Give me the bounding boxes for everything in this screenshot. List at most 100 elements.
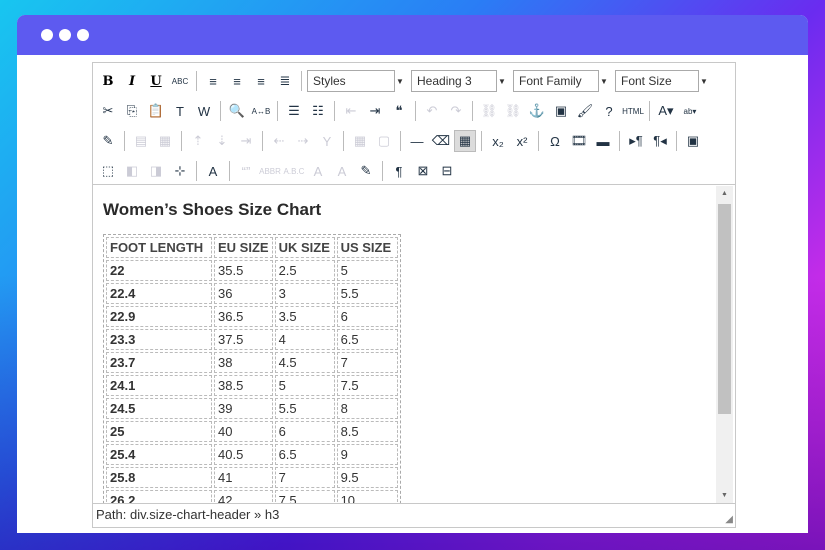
table-cell[interactable]: 6 xyxy=(336,306,398,327)
abbr-icon[interactable]: ABBR xyxy=(259,160,281,182)
scroll-up-icon[interactable]: ▲ xyxy=(716,186,733,202)
table-cell[interactable]: 25 xyxy=(106,421,212,442)
paste-icon[interactable]: 📋 xyxy=(145,100,167,122)
table-cell[interactable]: 7 xyxy=(336,352,398,373)
table-cell[interactable]: 25.4 xyxy=(106,444,212,465)
bold-icon[interactable]: B xyxy=(97,70,119,92)
underline-icon[interactable]: U xyxy=(145,70,167,92)
numbered-list-icon[interactable]: ☷ xyxy=(307,100,329,122)
move-forward-icon[interactable]: ◧ xyxy=(121,160,143,182)
table-cell[interactable]: US SIZE xyxy=(336,237,398,258)
italic-icon[interactable]: I xyxy=(121,70,143,92)
table-cell[interactable]: 3.5 xyxy=(274,306,335,327)
del-icon[interactable]: A xyxy=(307,160,329,182)
indent-icon[interactable]: ⇥ xyxy=(364,100,386,122)
table-cell[interactable]: 7.5 xyxy=(336,375,398,396)
table-cell[interactable]: 4 xyxy=(274,329,335,350)
show-blocks-icon[interactable]: ¶ xyxy=(388,160,410,182)
table-cell[interactable]: 9 xyxy=(336,444,398,465)
text-color-icon[interactable]: A▾ xyxy=(655,100,677,122)
table-cell[interactable]: 36.5 xyxy=(214,306,273,327)
table-cell[interactable]: 24.5 xyxy=(106,398,212,419)
subscript-icon[interactable]: x₂ xyxy=(487,130,509,152)
row-props-icon[interactable]: ▤ xyxy=(130,130,152,152)
strikethrough-icon[interactable]: ABC xyxy=(169,70,191,92)
visual-aid-icon[interactable]: ▦ xyxy=(454,130,476,152)
cell-props-icon[interactable]: ▦ xyxy=(154,130,176,152)
table-cell[interactable]: 8 xyxy=(336,398,398,419)
ins-icon[interactable]: A xyxy=(331,160,353,182)
row-before-icon[interactable]: ⇡ xyxy=(187,130,209,152)
font-size-select[interactable]: Font Size ▼ xyxy=(615,70,708,92)
table-cell[interactable]: 25.8 xyxy=(106,467,212,488)
advanced-hr-icon[interactable]: ▬ xyxy=(592,130,614,152)
table-cell[interactable]: FOOT LENGTH xyxy=(106,237,212,258)
table-cell[interactable]: 24.1 xyxy=(106,375,212,396)
insert-layer-icon[interactable]: ⬚ xyxy=(97,160,119,182)
chevron-down-icon[interactable]: ▼ xyxy=(699,71,709,91)
table-cell[interactable]: 6.5 xyxy=(274,444,335,465)
copy-icon[interactable]: ⎘ xyxy=(121,100,143,122)
bullet-list-icon[interactable]: ☰ xyxy=(283,100,305,122)
blockquote-icon[interactable]: ❝ xyxy=(388,100,410,122)
window-dot-icon[interactable] xyxy=(77,29,89,41)
vertical-scrollbar[interactable]: ▲ ▼ xyxy=(716,186,733,504)
cleanup-icon[interactable]: 🖌 xyxy=(574,100,596,122)
table-cell[interactable]: 9.5 xyxy=(336,467,398,488)
styles-select[interactable]: Styles ▼ xyxy=(307,70,404,92)
paste-text-icon[interactable]: T xyxy=(169,100,191,122)
replace-icon[interactable]: A↔B xyxy=(250,100,272,122)
image-icon[interactable]: ▣ xyxy=(550,100,572,122)
table-cell[interactable]: 5 xyxy=(274,375,335,396)
window-dot-icon[interactable] xyxy=(41,29,53,41)
table-cell[interactable]: 22.9 xyxy=(106,306,212,327)
table-cell[interactable]: 38.5 xyxy=(214,375,273,396)
redo-icon[interactable]: ↷ xyxy=(445,100,467,122)
table-cell[interactable]: 4.5 xyxy=(274,352,335,373)
delete-col-icon[interactable]: Y xyxy=(316,130,338,152)
split-cells-icon[interactable]: ▦ xyxy=(349,130,371,152)
table-cell[interactable]: 6.5 xyxy=(336,329,398,350)
link-icon[interactable]: ⛓ xyxy=(478,100,500,122)
table-cell[interactable]: 8.5 xyxy=(336,421,398,442)
remove-format-icon[interactable]: ⌫ xyxy=(430,130,452,152)
font-family-select[interactable]: Font Family ▼ xyxy=(513,70,608,92)
table-cell[interactable]: 5 xyxy=(336,260,398,281)
table-cell[interactable]: 5.5 xyxy=(336,283,398,304)
highlight-color-icon[interactable]: ab▾ xyxy=(679,100,701,122)
unlink-icon[interactable]: ⛓ xyxy=(502,100,524,122)
fullscreen-icon[interactable]: ▣ xyxy=(682,130,704,152)
chevron-down-icon[interactable]: ▼ xyxy=(599,71,609,91)
table-cell[interactable]: UK SIZE xyxy=(274,237,335,258)
table-cell[interactable]: 42 xyxy=(214,490,273,504)
html-icon[interactable]: HTML xyxy=(622,100,644,122)
table-cell[interactable]: 5.5 xyxy=(274,398,335,419)
table-cell[interactable]: 38 xyxy=(214,352,273,373)
table-cell[interactable]: 7 xyxy=(274,467,335,488)
table-cell[interactable]: 10 xyxy=(336,490,398,504)
media-icon[interactable]: 🎞 xyxy=(568,130,590,152)
nonbreaking-icon[interactable]: ⊠ xyxy=(412,160,434,182)
editor-content[interactable]: Women’s Shoes Size Chart FOOT LENGTH EU S… xyxy=(93,186,715,504)
window-dot-icon[interactable] xyxy=(59,29,71,41)
cut-icon[interactable]: ✂ xyxy=(97,100,119,122)
table-cell[interactable]: 36 xyxy=(214,283,273,304)
absolute-icon[interactable]: ⊹ xyxy=(169,160,191,182)
table-cell[interactable]: 7.5 xyxy=(274,490,335,504)
table-cell[interactable]: 23.3 xyxy=(106,329,212,350)
align-right-icon[interactable]: ≡ xyxy=(250,70,272,92)
row-after-icon[interactable]: ⇣ xyxy=(211,130,233,152)
pagebreak-icon[interactable]: ⊟ xyxy=(436,160,458,182)
format-select[interactable]: Heading 3 ▼ xyxy=(411,70,506,92)
move-backward-icon[interactable]: ◨ xyxy=(145,160,167,182)
table-cell[interactable]: 41 xyxy=(214,467,273,488)
col-after-icon[interactable]: ⇢ xyxy=(292,130,314,152)
acronym-icon[interactable]: A.B.C xyxy=(283,160,305,182)
table-cell[interactable]: 37.5 xyxy=(214,329,273,350)
paste-word-icon[interactable]: W xyxy=(193,100,215,122)
delete-row-icon[interactable]: ⇥ xyxy=(235,130,257,152)
table-cell[interactable]: 23.7 xyxy=(106,352,212,373)
merge-cells-icon[interactable]: ▢ xyxy=(373,130,395,152)
rtl-icon[interactable]: ¶◂ xyxy=(649,130,671,152)
anchor-icon[interactable]: ⚓ xyxy=(526,100,548,122)
